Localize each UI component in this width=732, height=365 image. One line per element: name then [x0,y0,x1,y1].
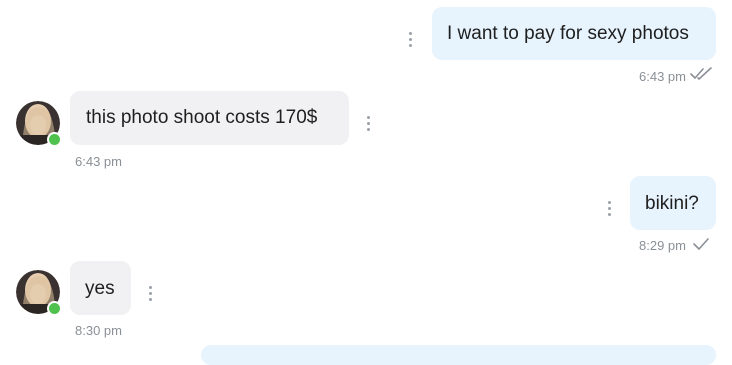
message-options-icon[interactable] [608,201,612,217]
outgoing-message-bubble[interactable]: I want to pay for sexy photos [432,7,716,60]
message-timestamp: 6:43 pm [639,69,686,84]
single-check-icon [693,238,709,250]
incoming-message-bubble[interactable]: this photo shoot costs 170$ [70,91,349,145]
message-text: this photo shoot costs 170$ [86,107,318,128]
message-text: I want to pay for sexy photos [447,23,689,44]
message-timestamp: 8:29 pm [639,238,686,253]
message-options-icon[interactable] [409,32,413,48]
message-text: yes [85,278,115,299]
incoming-message-bubble[interactable]: yes [70,261,131,315]
message-options-icon[interactable] [149,286,153,302]
message-text: bikini? [645,193,699,214]
outgoing-message-bubble[interactable]: bikini? [630,176,716,230]
outgoing-message-bubble-partial[interactable] [201,345,716,365]
contact-avatar[interactable] [16,270,62,316]
double-check-icon [690,67,712,80]
message-options-icon[interactable] [367,116,371,132]
message-timestamp: 6:43 pm [75,154,122,169]
online-status-indicator [47,132,62,147]
message-timestamp: 8:30 pm [75,323,122,338]
contact-avatar[interactable] [16,101,62,147]
online-status-indicator [47,301,62,316]
